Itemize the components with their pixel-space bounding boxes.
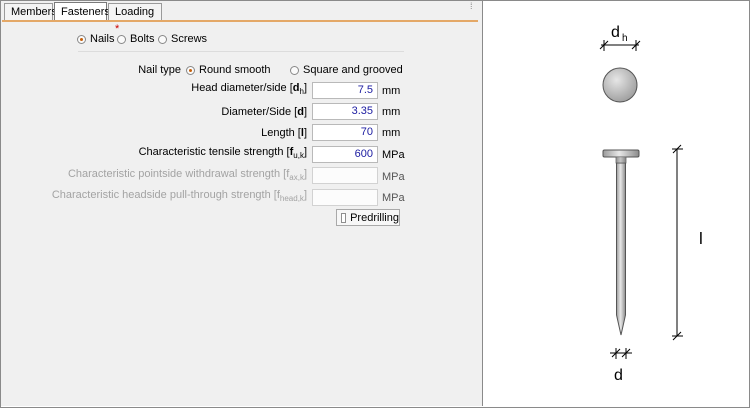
tab-loading[interactable]: Loading *	[108, 3, 162, 35]
pull-through-strength-input	[312, 189, 378, 206]
radio-unselected-icon	[158, 34, 167, 44]
length-unit: mm	[382, 127, 401, 139]
withdrawal-strength-unit: MPa	[382, 171, 405, 183]
tensile-strength-unit: MPa	[382, 149, 405, 161]
nail-side-view	[602, 149, 640, 336]
radio-screws[interactable]: Screws	[158, 33, 207, 45]
nail-type-label: Nail type	[138, 64, 181, 76]
tab-members[interactable]: Members	[4, 3, 57, 20]
length-label: Length [l]	[261, 127, 307, 139]
head-diameter-input[interactable]: 7.5	[312, 82, 378, 99]
head-diameter-label: Head diameter/side [dh]	[191, 82, 307, 96]
radio-selected-icon	[186, 65, 195, 75]
tensile-strength-label: Characteristic tensile strength [fu,k]	[138, 146, 307, 160]
radio-round-smooth[interactable]: Round smooth	[186, 64, 271, 76]
pull-through-strength-label: Characteristic headside pull-through str…	[51, 189, 307, 203]
radio-square-grooved[interactable]: Square and grooved	[290, 64, 403, 76]
radio-unselected-icon	[117, 34, 126, 44]
radio-selected-icon	[77, 34, 86, 44]
nail-diagram: d h l d	[599, 24, 703, 384]
predrilling-checkbox[interactable]: Predrilling	[336, 209, 400, 226]
withdrawal-strength-label: Characteristic pointside withdrawal stre…	[67, 168, 307, 182]
diameter-unit: mm	[382, 106, 401, 118]
checkbox-icon	[341, 212, 347, 223]
head-diameter-dimension	[599, 40, 641, 51]
nail-head-top-view	[602, 67, 638, 103]
radio-unselected-icon	[290, 65, 299, 75]
diameter-symbol: d	[614, 367, 623, 384]
panel-grip-icon[interactable]: ⁞	[470, 2, 473, 15]
separator	[78, 51, 404, 52]
tab-underline	[2, 20, 478, 22]
head-diameter-symbol: d	[611, 24, 620, 41]
withdrawal-strength-input	[312, 167, 378, 184]
length-input[interactable]: 70	[312, 124, 378, 141]
tab-fasteners[interactable]: Fasteners	[54, 2, 110, 21]
tensile-strength-input[interactable]: 600	[312, 146, 378, 163]
radio-bolts[interactable]: Bolts	[117, 33, 154, 45]
diameter-label: Diameter/Side [d]	[221, 106, 307, 118]
head-diameter-subscript: h	[622, 33, 628, 44]
length-dimension	[672, 144, 683, 341]
nail-diagram-panel: d h l d	[483, 1, 748, 406]
diameter-dimension	[610, 348, 632, 359]
head-diameter-unit: mm	[382, 85, 401, 97]
properties-panel: Members Fasteners Loading * ⁞ Nails Bolt…	[1, 1, 483, 406]
radio-nails[interactable]: Nails	[77, 33, 114, 45]
pull-through-strength-unit: MPa	[382, 192, 405, 204]
length-symbol: l	[699, 229, 703, 248]
diameter-input[interactable]: 3.35	[312, 103, 378, 120]
